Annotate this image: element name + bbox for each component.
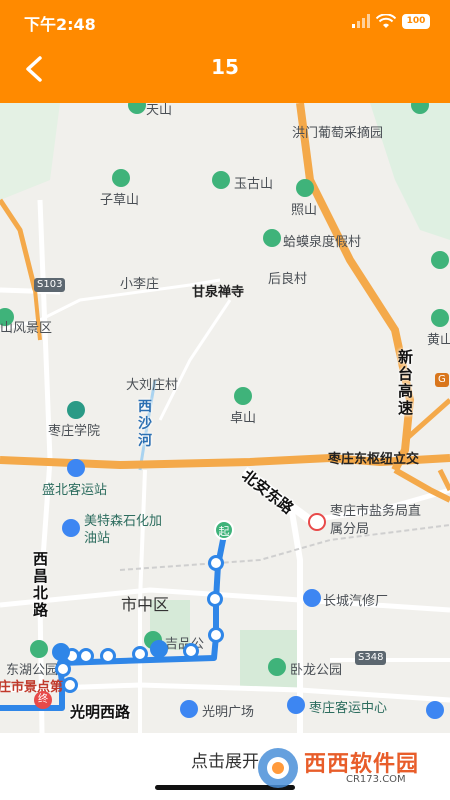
bus-stop-icon [150,640,168,658]
poi-building-icon [180,700,198,718]
label-shizhong: 市中区 [121,595,170,614]
poi-bus-icon [287,696,305,714]
route-stop[interactable] [208,555,224,571]
label-ganquan: 甘泉禅寺 [192,285,245,300]
wifi-icon [376,13,396,28]
app-header: 下午2:48 100 15 [0,0,450,103]
watermark-site: CR173.COM [346,774,406,785]
poi-government-icon [308,513,326,531]
bus-stop-icon [52,643,70,661]
poi-gas-station-icon [62,519,80,537]
label-daliu: 大刘庄村 [126,378,179,393]
shield-g: G [435,373,449,387]
route-stop[interactable] [78,648,94,664]
poi-park-icon [268,658,286,676]
label-shengbei: 盛北客运站 [42,483,108,498]
route-end-marker: 终 [34,691,52,709]
label-hama: 蛤蟆泉度假村 [283,235,362,250]
label-xiaoli: 小李庄 [120,277,160,292]
route-stop[interactable] [100,648,116,664]
label-meite: 美特森石化加油站 [84,514,163,546]
battery-level: 100 [406,15,426,26]
status-bar: 下午2:48 100 [0,0,450,42]
poi-resort-icon [263,229,281,247]
label-zaozhuang-xueyuan: 枣庄学院 [48,424,101,439]
label-guangming-sq: 光明广场 [202,705,255,720]
watermark-logo: 西西软件园 CR173.COM [254,742,442,794]
poi-bus-icon [67,459,85,477]
label-huangshan: 黄山 [427,333,450,348]
poi-mountain-icon [234,387,252,405]
map-base [0,103,450,733]
status-icons: 100 [352,11,430,31]
label-keyun: 枣庄客运中心 [309,701,388,716]
poi-mountain-icon [431,309,449,327]
label-yugu: 玉古山 [234,177,274,192]
label-wolong: 卧龙公园 [290,663,343,678]
label-hongmen: 洪门葡萄采摘园 [292,126,384,141]
label-yanwu: 枣庄市盐务局直属分局 [330,504,422,537]
shield-s103: S103 [34,278,66,292]
route-stop[interactable] [207,591,223,607]
battery-icon: 100 [402,13,430,29]
label-houliang: 后良村 [268,272,308,287]
label-tianshan: 天山 [146,103,173,118]
poi-bus-icon [426,701,444,719]
route-stop[interactable] [62,677,78,693]
route-start-marker: 起 [214,520,234,540]
road-xisha: 西沙河 [138,399,152,449]
page-title: 15 [211,55,239,79]
route-stop[interactable] [55,661,71,677]
route-map[interactable]: S103 S348 G 天山 洪门葡萄采摘园 子草山 玉古山 照山 蛤蟆泉度假村… [0,103,450,733]
road-guangming: 光明西路 [70,703,131,721]
poi-mountain-icon [112,169,130,187]
poi-school-icon [67,401,85,419]
status-time: 下午2:48 [24,15,96,34]
shield-s348: S348 [355,651,387,665]
label-fengjing: 山风景区 [0,321,53,336]
poi-mountain-icon [212,171,230,189]
label-changcheng: 长城汽修厂 [323,594,389,609]
label-hub: 枣庄东枢纽立交 [328,452,420,467]
label-zicao: 子草山 [100,193,140,208]
route-stop[interactable] [132,646,148,662]
poi-park-icon [30,640,48,658]
route-stop[interactable] [183,643,199,659]
poi-repair-icon [303,589,321,607]
label-zhuoshan: 卓山 [230,411,257,426]
route-stop[interactable] [208,627,224,643]
poi-mountain-icon [431,251,449,269]
signal-icon [352,14,370,28]
road-xichang: 西昌北路 [33,550,49,619]
poi-mountain-icon [296,179,314,197]
road-xinantai: 新台高速 [398,348,414,417]
label-zhaoshan: 照山 [291,203,318,218]
